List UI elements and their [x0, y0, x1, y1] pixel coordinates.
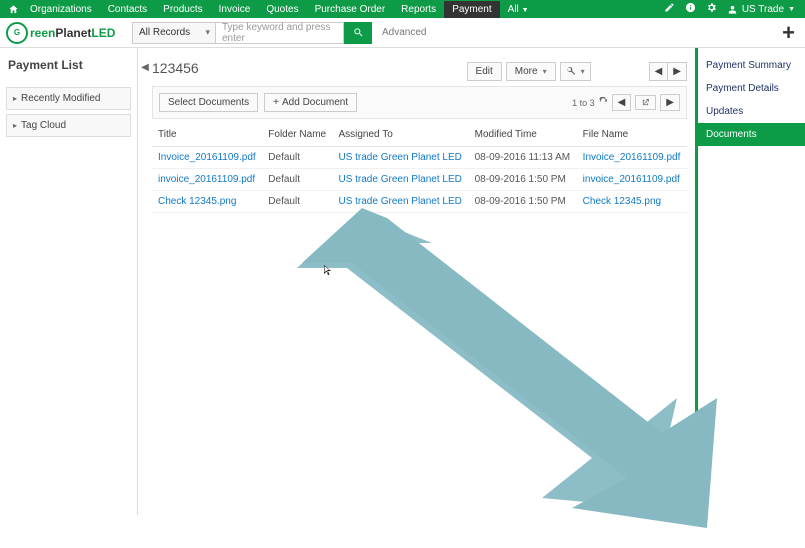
doc-title-link[interactable]: Check 12345.png	[158, 196, 236, 207]
col-file[interactable]: File Name	[577, 123, 687, 147]
doc-file-link[interactable]: invoice_20161109.pdf	[583, 174, 680, 185]
search-button[interactable]	[344, 22, 372, 44]
tab-reports[interactable]: Reports	[393, 1, 444, 18]
tab-purchase-order[interactable]: Purchase Order	[307, 1, 394, 18]
tab-quotes[interactable]: Quotes	[258, 1, 306, 18]
top-nav: Organizations Contacts Products Invoice …	[0, 0, 805, 18]
col-assigned[interactable]: Assigned To	[332, 123, 468, 147]
search-input[interactable]: Type keyword and press enter	[216, 22, 344, 44]
add-record-button[interactable]: +	[778, 20, 799, 46]
tab-products[interactable]: Products	[155, 1, 210, 18]
tab-organizations[interactable]: Organizations	[22, 1, 100, 18]
record-nav: ◀ ▶	[649, 62, 687, 81]
doc-file-link[interactable]: Check 12345.png	[583, 196, 661, 207]
tab-all-label: All	[508, 4, 519, 15]
external-icon	[641, 98, 650, 107]
right-item-documents[interactable]: Documents	[698, 123, 805, 146]
user-label: US Trade	[742, 4, 784, 15]
table-header-row: Title Folder Name Assigned To Modified T…	[152, 123, 687, 147]
logo-text-b: Planet	[55, 26, 91, 40]
cell-assigned[interactable]: US trade Green Planet LED	[338, 174, 461, 185]
range-label: 1 to 3	[572, 98, 595, 108]
add-document-button[interactable]: + Add Document	[264, 93, 357, 112]
reload-icon[interactable]	[599, 97, 608, 108]
logo-text-c: LED	[91, 26, 115, 40]
cell-modified: 08-09-2016 11:13 AM	[469, 147, 577, 169]
left-panel-title: Payment List	[0, 48, 137, 83]
left-item-tag-cloud[interactable]: Tag Cloud	[6, 114, 131, 137]
cell-modified: 08-09-2016 1:50 PM	[469, 169, 577, 191]
table-row[interactable]: Check 12345.png Default US trade Green P…	[152, 191, 687, 213]
tab-contacts[interactable]: Contacts	[100, 1, 155, 18]
edit-button[interactable]: Edit	[467, 62, 502, 81]
cell-folder: Default	[262, 191, 332, 213]
table-row[interactable]: Invoice_20161109.pdf Default US trade Gr…	[152, 147, 687, 169]
user-menu[interactable]: US Trade ▼	[727, 4, 795, 15]
doc-title-link[interactable]: invoice_20161109.pdf	[158, 174, 255, 185]
cell-modified: 08-09-2016 1:50 PM	[469, 191, 577, 213]
tab-invoice[interactable]: Invoice	[211, 1, 259, 18]
search-bar: G reenPlanetLED All Records Type keyword…	[0, 18, 805, 48]
gear-icon[interactable]	[706, 2, 717, 16]
more-button[interactable]: More	[506, 62, 556, 81]
collapse-left-icon[interactable]: ◀	[138, 48, 152, 515]
more-label: More	[515, 66, 538, 77]
doc-title-link[interactable]: Invoice_20161109.pdf	[158, 152, 256, 163]
mouse-cursor-icon	[322, 262, 334, 278]
advanced-search-link[interactable]: Advanced	[382, 27, 426, 38]
table-row[interactable]: invoice_20161109.pdf Default US trade Gr…	[152, 169, 687, 191]
col-title[interactable]: Title	[152, 123, 262, 147]
right-item-updates[interactable]: Updates	[698, 100, 805, 123]
right-panel: Payment Summary Payment Details Updates …	[695, 48, 805, 515]
tab-all[interactable]: All ▼	[500, 1, 537, 18]
left-item-recently-modified[interactable]: Recently Modified	[6, 87, 131, 110]
next-record-button[interactable]: ▶	[667, 62, 687, 81]
col-modified[interactable]: Modified Time	[469, 123, 577, 147]
cell-assigned[interactable]: US trade Green Planet LED	[338, 196, 461, 207]
info-icon[interactable]	[685, 2, 696, 16]
logo[interactable]: G reenPlanetLED	[6, 21, 126, 45]
plus-icon: +	[273, 97, 279, 108]
cell-assigned[interactable]: US trade Green Planet LED	[338, 152, 461, 163]
top-nav-tabs: Organizations Contacts Products Invoice …	[22, 1, 537, 18]
prev-record-button[interactable]: ◀	[649, 62, 668, 81]
annotation-arrow	[212, 208, 732, 548]
logo-text-a: reen	[30, 26, 55, 40]
right-item-details[interactable]: Payment Details	[698, 77, 805, 100]
select-documents-button[interactable]: Select Documents	[159, 93, 258, 112]
home-icon[interactable]	[4, 4, 22, 15]
tab-payment[interactable]: Payment	[444, 1, 499, 18]
cell-folder: Default	[262, 147, 332, 169]
documents-table: Title Folder Name Assigned To Modified T…	[152, 123, 687, 213]
search-scope-select[interactable]: All Records	[132, 22, 216, 44]
wrench-icon	[566, 66, 576, 76]
page-next-button[interactable]: ▶	[660, 94, 680, 111]
right-item-summary[interactable]: Payment Summary	[698, 54, 805, 77]
page-title: 123456	[152, 56, 199, 86]
tool-button[interactable]	[560, 62, 591, 81]
center-content: 123456 Edit More ◀ ▶ Select Documents + …	[152, 48, 695, 515]
page-prev-button[interactable]: ◀	[612, 94, 632, 111]
add-document-label: Add Document	[282, 97, 348, 108]
left-panel: Payment List Recently Modified Tag Cloud	[0, 48, 138, 515]
doc-file-link[interactable]: Invoice_20161109.pdf	[583, 152, 681, 163]
page-jump-button[interactable]	[635, 95, 656, 110]
col-folder[interactable]: Folder Name	[262, 123, 332, 147]
search-icon	[353, 27, 364, 38]
edit-pencil-icon[interactable]	[664, 2, 675, 16]
documents-toolbar: Select Documents + Add Document 1 to 3 ◀…	[152, 86, 687, 119]
cell-folder: Default	[262, 169, 332, 191]
